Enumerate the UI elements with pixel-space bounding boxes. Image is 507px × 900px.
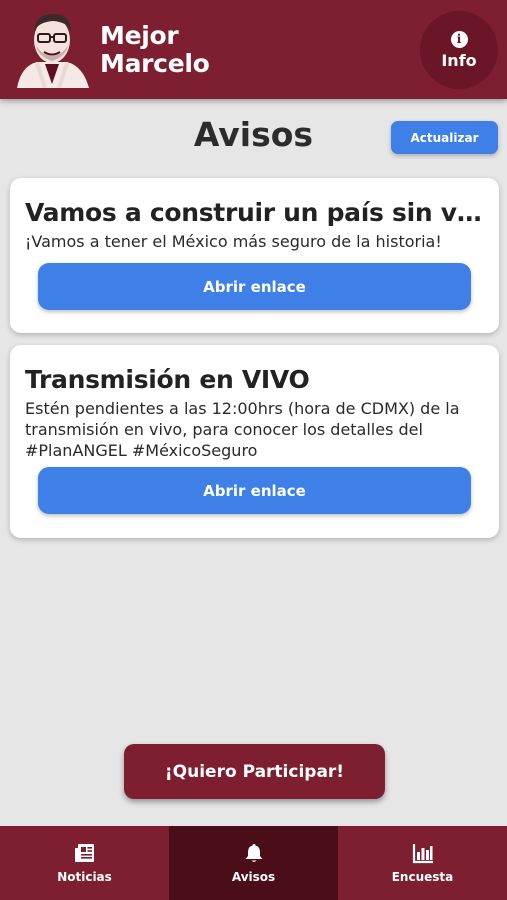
info-button[interactable]: i Info (420, 11, 498, 89)
nav-item-avisos[interactable]: Avisos (169, 826, 338, 900)
nav-label: Noticias (57, 870, 112, 884)
nav-label: Avisos (231, 870, 276, 884)
notice-title: Transmisión en VIVO (25, 365, 310, 394)
nav-item-noticias[interactable]: Noticias (0, 826, 169, 900)
open-link-button[interactable]: Abrir enlace (38, 467, 471, 514)
nav-item-encuesta[interactable]: Encuesta (338, 826, 507, 900)
notice-body: Estén pendientes a las 12:00hrs (hora de… (25, 399, 460, 460)
notice-card: Transmisión en VIVO Estén pendientes a l… (10, 345, 499, 538)
candidate-portrait-logo (17, 14, 89, 88)
brand-line-1: Mejor (100, 21, 179, 50)
nav-label: Encuesta (391, 870, 454, 884)
notice-card: Vamos a construir un país sin vi... ¡Vam… (10, 178, 499, 333)
participate-button[interactable]: ¡Quiero Participar! (124, 744, 385, 799)
info-label: Info (441, 50, 477, 70)
notice-body: ¡Vamos a tener el México más seguro de l… (25, 232, 442, 251)
bottom-nav: Noticias Avisos Encuesta (0, 826, 507, 900)
info-icon: i (450, 30, 468, 48)
bell-icon (245, 844, 262, 862)
brand-title: Mejor Marcelo (100, 22, 210, 78)
refresh-button[interactable]: Actualizar (391, 121, 498, 154)
bar-chart-icon (412, 844, 433, 864)
brand-line-2: Marcelo (100, 49, 210, 78)
app-header: Mejor Marcelo i Info (0, 0, 507, 99)
notice-title: Vamos a construir un país sin vi... (25, 198, 485, 227)
open-link-button[interactable]: Abrir enlace (38, 263, 471, 310)
newspaper-icon (74, 844, 94, 862)
